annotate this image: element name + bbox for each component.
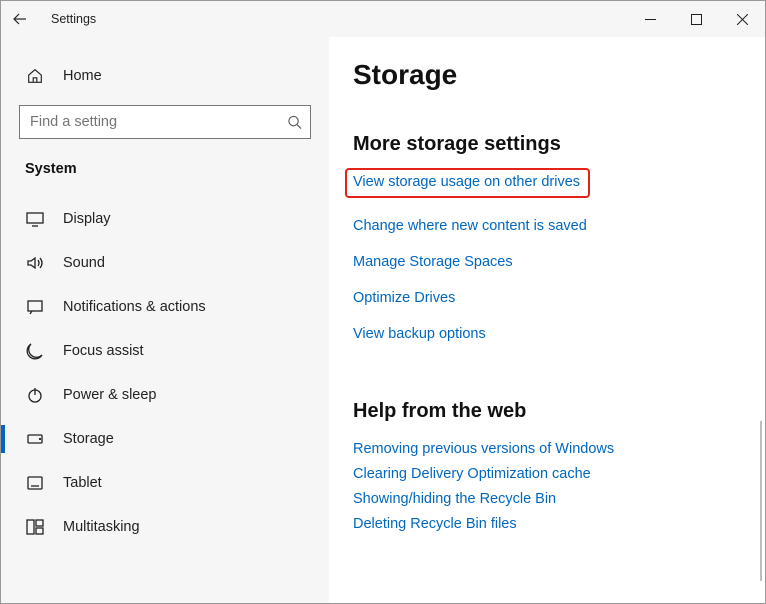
sidebar-item-label: Tablet [63, 475, 102, 491]
sidebar-item-display[interactable]: Display [1, 197, 329, 241]
window-title: Settings [51, 12, 96, 26]
search-wrap [19, 105, 311, 139]
link-removing-previous-windows[interactable]: Removing previous versions of Windows [353, 441, 614, 457]
minimize-button[interactable] [627, 1, 673, 37]
sidebar-item-tablet[interactable]: Tablet [1, 461, 329, 505]
link-manage-storage-spaces[interactable]: Manage Storage Spaces [353, 254, 513, 270]
close-icon [737, 14, 748, 25]
sidebar-item-notifications[interactable]: Notifications & actions [1, 285, 329, 329]
sidebar-item-storage[interactable]: Storage [1, 417, 329, 461]
link-view-backup-options[interactable]: View backup options [353, 326, 486, 342]
sidebar-item-label: Display [63, 211, 111, 227]
nav-list: Display Sound Notifications & actions [1, 197, 329, 549]
page-title: Storage [353, 59, 741, 91]
sidebar-item-label: Power & sleep [63, 387, 157, 403]
link-view-storage-other-drives[interactable]: View storage usage on other drives [345, 168, 590, 198]
settings-window: Settings Home [0, 0, 766, 604]
search-box[interactable] [19, 105, 311, 139]
section-more-storage-heading: More storage settings [353, 133, 741, 156]
link-clearing-delivery-cache[interactable]: Clearing Delivery Optimization cache [353, 466, 591, 482]
category-label: System [1, 155, 329, 187]
focus-assist-icon [25, 341, 45, 361]
scrollbar[interactable] [760, 421, 762, 581]
content-pane: Storage More storage settings View stora… [329, 37, 765, 603]
sidebar-item-multitasking[interactable]: Multitasking [1, 505, 329, 549]
link-deleting-recycle-bin[interactable]: Deleting Recycle Bin files [353, 516, 517, 532]
sidebar-item-label: Notifications & actions [63, 299, 206, 315]
sidebar-item-label: Storage [63, 431, 114, 447]
link-change-where-saved[interactable]: Change where new content is saved [353, 218, 587, 234]
minimize-icon [645, 14, 656, 25]
help-links: Removing previous versions of Windows Cl… [353, 441, 741, 532]
sidebar-item-label: Focus assist [63, 343, 144, 359]
titlebar: Settings [1, 1, 765, 37]
sidebar-item-sound[interactable]: Sound [1, 241, 329, 285]
section-help-heading: Help from the web [353, 400, 741, 423]
nav-home-label: Home [63, 68, 102, 84]
power-icon [25, 385, 45, 405]
multitasking-icon [25, 517, 45, 537]
maximize-button[interactable] [673, 1, 719, 37]
search-icon [287, 115, 302, 130]
body: Home System Display [1, 37, 765, 603]
sound-icon [25, 253, 45, 273]
tablet-icon [25, 473, 45, 493]
sidebar-item-focus-assist[interactable]: Focus assist [1, 329, 329, 373]
nav-home[interactable]: Home [1, 55, 329, 97]
back-button[interactable] [1, 1, 39, 37]
notifications-icon [25, 297, 45, 317]
arrow-left-icon [12, 11, 28, 27]
search-input[interactable] [20, 106, 310, 138]
display-icon [25, 209, 45, 229]
more-storage-links: View storage usage on other drives Chang… [353, 174, 741, 342]
maximize-icon [691, 14, 702, 25]
sidebar-item-label: Multitasking [63, 519, 140, 535]
close-button[interactable] [719, 1, 765, 37]
sidebar: Home System Display [1, 37, 329, 603]
storage-icon [25, 429, 45, 449]
window-controls [627, 1, 765, 37]
link-show-hide-recycle-bin[interactable]: Showing/hiding the Recycle Bin [353, 491, 556, 507]
link-optimize-drives[interactable]: Optimize Drives [353, 290, 455, 306]
home-icon [25, 66, 45, 86]
sidebar-item-label: Sound [63, 255, 105, 271]
sidebar-item-power-sleep[interactable]: Power & sleep [1, 373, 329, 417]
